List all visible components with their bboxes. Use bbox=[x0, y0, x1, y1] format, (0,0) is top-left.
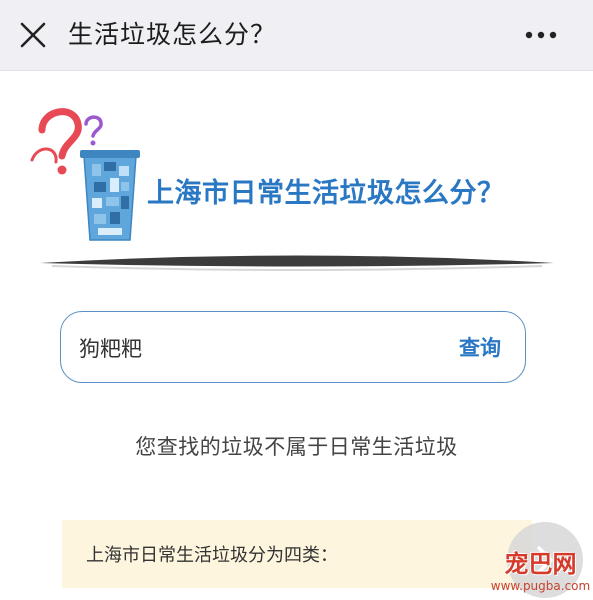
result-message: 您查找的垃圾不属于日常生活垃圾 bbox=[135, 435, 458, 459]
info-text: 上海市日常生活垃圾分为四类： bbox=[86, 545, 338, 566]
search-input[interactable] bbox=[79, 332, 439, 364]
watermark: 宠巴网 www.pugba.com bbox=[488, 549, 593, 600]
watermark-url: www.pugba.com bbox=[490, 579, 591, 593]
headline: 上海市日常生活垃圾怎么分？ bbox=[147, 178, 505, 209]
close-button[interactable] bbox=[14, 18, 50, 54]
close-icon bbox=[20, 22, 46, 48]
search-button[interactable]: 查询 bbox=[459, 332, 501, 364]
watermark-title: 宠巴网 bbox=[504, 550, 577, 578]
search-box: 查询 bbox=[60, 311, 526, 383]
banner: 上海市日常生活垃圾怎么分？ bbox=[22, 98, 572, 276]
page-title: 生活垃圾怎么分？ bbox=[68, 20, 277, 49]
info-panel: 上海市日常生活垃圾分为四类： bbox=[62, 520, 532, 588]
more-button[interactable] bbox=[521, 22, 561, 48]
top-bar: 生活垃圾怎么分？ bbox=[0, 0, 593, 71]
more-icon bbox=[525, 31, 557, 39]
